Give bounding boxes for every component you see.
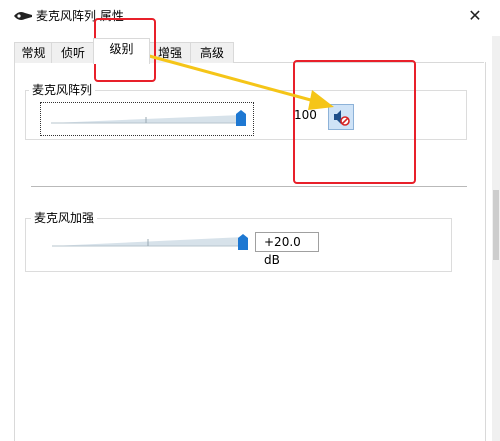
section-separator [31,186,467,187]
mic-boost-value: +20.0 dB [255,232,319,267]
tab-listen[interactable]: 侦听 [51,42,95,63]
mic-boost-slider-track [52,237,244,247]
tab-general[interactable]: 常规 [14,42,53,63]
mic-boost-slider[interactable] [46,228,252,254]
page-scrollbar-thumb[interactable] [493,190,499,260]
tab-levels[interactable]: 级别 [93,38,150,64]
mic-array-group-label: 麦克风阵列 [29,83,96,97]
close-button[interactable]: ✕ [461,4,489,28]
mic-boost-slider-thumb[interactable] [238,234,248,250]
microphone-device-icon [14,12,32,20]
mic-boost-group-label: 麦克风加强 [31,211,98,225]
annotation-arrow [141,52,334,110]
